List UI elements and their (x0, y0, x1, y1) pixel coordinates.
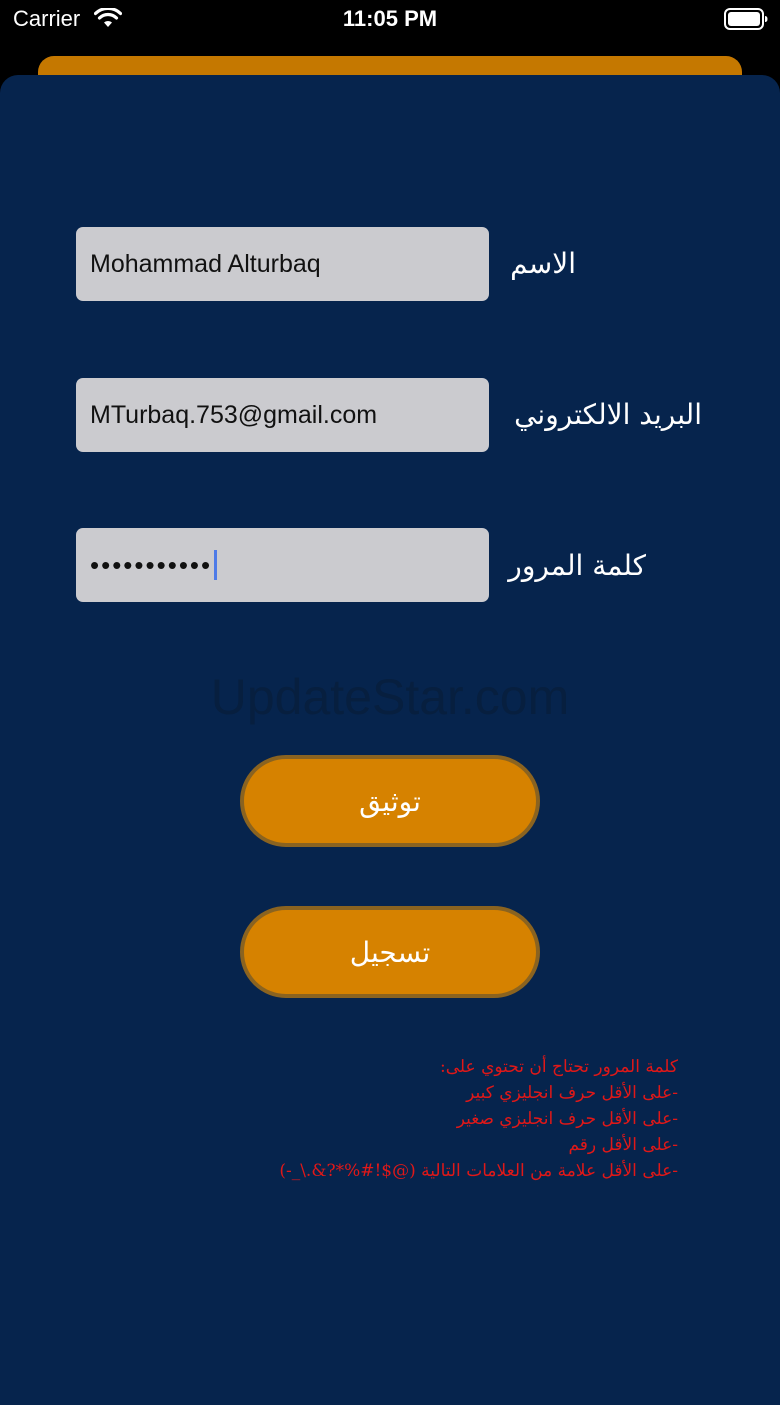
password-rule-item: -على الأقل حرف انجليزي كبير (466, 1083, 678, 1103)
email-label: البريد الالكتروني (514, 398, 702, 431)
name-input[interactable]: Mohammad Alturbaq (76, 227, 489, 301)
password-requirements-heading: كلمة المرور تحتاج أن تحتوي على: (440, 1057, 678, 1077)
battery-icon (724, 8, 768, 30)
password-input-value: ••••••••••• (90, 549, 213, 580)
verify-button-label: توثيق (359, 784, 421, 818)
text-cursor (214, 550, 218, 580)
password-requirements: كلمة المرور تحتاج أن تحتوي على: -على الأ… (200, 1054, 678, 1184)
status-bar: Carrier 11:05 PM (0, 0, 780, 44)
verify-button[interactable]: توثيق (240, 755, 540, 847)
status-time: 11:05 PM (342, 6, 438, 31)
name-input-value: Mohammad Alturbaq (90, 249, 321, 278)
email-input-value: MTurbaq.753@gmail.com (90, 400, 378, 429)
password-input[interactable]: ••••••••••• (76, 528, 489, 602)
watermark: UpdateStar.com (210, 669, 570, 725)
email-input[interactable]: MTurbaq.753@gmail.com (76, 378, 489, 452)
register-button[interactable]: تسجيل (240, 906, 540, 998)
password-label: كلمة المرور (508, 549, 646, 582)
password-rule-item: -على الأقل حرف انجليزي صغير (456, 1109, 678, 1129)
password-rule-item: -على الأقل رقم (568, 1135, 678, 1155)
password-rule-item: -على الأقل علامة من العلامات التالية (@$… (279, 1161, 678, 1181)
register-button-label: تسجيل (349, 935, 431, 969)
name-label: الاسم (510, 247, 576, 280)
